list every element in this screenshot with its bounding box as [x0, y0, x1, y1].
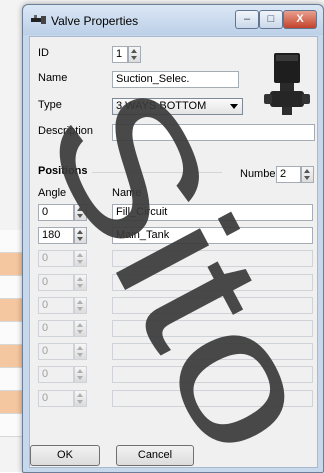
valve-properties-dialog: Valve Properties – □ X ID 1 Name Suction…	[22, 4, 324, 473]
angle-input[interactable]: 0	[38, 366, 74, 383]
position-name-input[interactable]	[112, 320, 313, 337]
angle-spinner[interactable]	[74, 343, 87, 360]
section-divider	[92, 172, 222, 173]
angle-input[interactable]: 0	[38, 343, 74, 360]
spin-up-icon[interactable]	[77, 207, 83, 211]
position-name-input[interactable]: Fill_Circuit	[112, 204, 313, 221]
position-name-input[interactable]	[112, 250, 313, 267]
chevron-down-icon[interactable]	[230, 104, 238, 109]
type-label: Type	[38, 99, 62, 111]
cancel-button[interactable]: Cancel	[116, 445, 194, 466]
spin-down-icon[interactable]	[77, 284, 83, 288]
angle-spinner[interactable]	[74, 366, 87, 383]
type-select[interactable]: 3 WAYS BOTTOM	[112, 98, 243, 115]
spin-up-icon[interactable]	[77, 277, 83, 281]
position-name-input[interactable]	[112, 297, 313, 314]
type-select-value: 3 WAYS BOTTOM	[116, 100, 207, 112]
spin-down-icon[interactable]	[77, 260, 83, 264]
spin-up-icon[interactable]	[131, 49, 137, 53]
angle-spinner[interactable]	[74, 320, 87, 337]
spin-down-icon[interactable]	[304, 176, 310, 180]
spin-down-icon[interactable]	[77, 307, 83, 311]
close-button[interactable]: X	[283, 10, 317, 29]
spin-up-icon[interactable]	[77, 323, 83, 327]
description-input[interactable]	[112, 124, 315, 141]
position-name-input[interactable]: Main_Tank	[112, 227, 313, 244]
angle-input[interactable]: 0	[38, 297, 74, 314]
spin-up-icon[interactable]	[77, 346, 83, 350]
position-name-input[interactable]	[112, 366, 313, 383]
angle-input[interactable]: 0	[38, 250, 74, 267]
angle-input[interactable]: 180	[38, 227, 74, 244]
spin-up-icon[interactable]	[77, 369, 83, 373]
angle-spinner[interactable]	[74, 227, 87, 244]
positions-section-label: Positions	[38, 165, 88, 177]
position-name-input[interactable]	[112, 390, 313, 407]
name-input[interactable]: Suction_Selec.	[112, 71, 239, 88]
spin-down-icon[interactable]	[77, 330, 83, 334]
id-spinner[interactable]	[128, 46, 141, 63]
position-name-input[interactable]	[112, 274, 313, 291]
window-title: Valve Properties	[51, 14, 139, 28]
angle-input[interactable]: 0	[38, 390, 74, 407]
id-label: ID	[38, 47, 49, 59]
spin-down-icon[interactable]	[131, 56, 137, 60]
name-column-header: Name	[112, 187, 142, 199]
ok-button[interactable]: OK	[30, 445, 100, 466]
valve-app-icon	[31, 15, 46, 24]
number-label: Number	[240, 168, 280, 180]
angle-column-header: Angle	[38, 187, 67, 199]
spin-up-icon[interactable]	[77, 393, 83, 397]
angle-spinner[interactable]	[74, 274, 87, 291]
spin-down-icon[interactable]	[77, 353, 83, 357]
number-spinner[interactable]	[301, 166, 314, 183]
spin-up-icon[interactable]	[304, 169, 310, 173]
angle-spinner[interactable]	[74, 250, 87, 267]
title-bar[interactable]: Valve Properties – □ X	[23, 5, 323, 35]
name-label: Name	[38, 72, 68, 84]
angle-input[interactable]: 0	[38, 274, 74, 291]
minimize-button[interactable]: –	[235, 10, 259, 29]
description-label: Description	[38, 125, 94, 137]
angle-input[interactable]: 0	[38, 320, 74, 337]
dialog-client-area: ID 1 Name Suction_Selec. Type 3 WAYS BOT…	[29, 36, 318, 468]
number-input[interactable]: 2	[276, 166, 301, 183]
angle-spinner[interactable]	[74, 390, 87, 407]
spin-up-icon[interactable]	[77, 230, 83, 234]
spin-up-icon[interactable]	[77, 300, 83, 304]
spin-down-icon[interactable]	[77, 376, 83, 380]
maximize-button[interactable]: □	[259, 10, 283, 29]
id-input[interactable]: 1	[112, 46, 128, 63]
valve-image	[264, 53, 310, 115]
angle-spinner[interactable]	[74, 297, 87, 314]
spin-down-icon[interactable]	[77, 400, 83, 404]
spin-down-icon[interactable]	[77, 214, 83, 218]
angle-input[interactable]: 0	[38, 204, 74, 221]
angle-spinner[interactable]	[74, 204, 87, 221]
spin-down-icon[interactable]	[77, 237, 83, 241]
spin-up-icon[interactable]	[77, 253, 83, 257]
position-name-input[interactable]	[112, 343, 313, 360]
